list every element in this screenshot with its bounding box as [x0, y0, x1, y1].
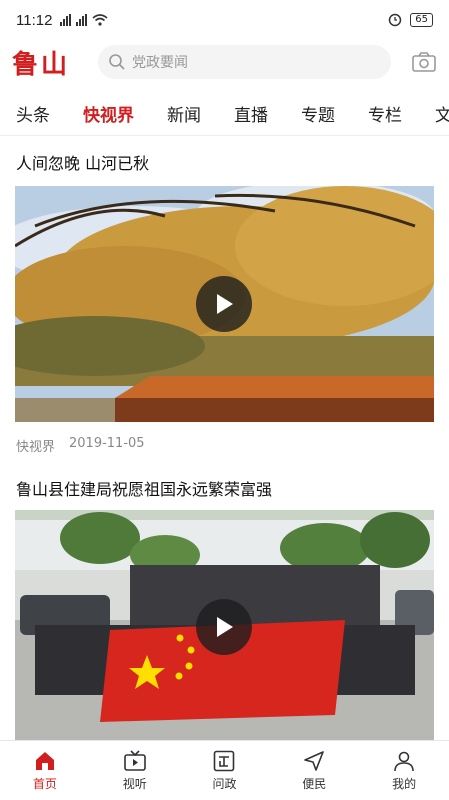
- video-card[interactable]: 人间忽晚 山河已秋 快视界 2019-11-05: [0, 150, 449, 455]
- play-icon: [217, 617, 233, 637]
- signal-icon-2: [76, 14, 88, 26]
- status-bar: 11:12 65: [0, 0, 449, 40]
- battery-level: 65: [410, 13, 433, 27]
- channel-tabs: 头条 快视界 新闻 直播 专题 专栏 文化: [0, 92, 449, 136]
- signal-icon: [60, 14, 72, 26]
- user-icon: [394, 751, 414, 772]
- search-box[interactable]: 党政要闻: [98, 45, 391, 79]
- tv-icon: [123, 750, 146, 771]
- camera-icon[interactable]: [411, 49, 437, 75]
- search-icon: [109, 54, 125, 70]
- nav-label: 视听: [122, 777, 147, 791]
- bottom-nav: 首页 视听 问政 便民 我的: [0, 740, 449, 800]
- tab-headline[interactable]: 头条: [0, 101, 67, 126]
- app-header: 鲁山 党政要闻: [0, 40, 449, 84]
- card-title-2: 鲁山县住建局祝愿祖国永远繁荣富强: [16, 480, 273, 499]
- status-time: 11:12: [16, 11, 53, 29]
- card-source: 快视界: [16, 440, 56, 455]
- send-icon: [304, 751, 325, 771]
- tab-news[interactable]: 新闻: [151, 101, 218, 126]
- card-meta: 快视界 2019-11-05: [16, 436, 145, 455]
- play-icon: [217, 294, 233, 314]
- play-button-2[interactable]: [196, 599, 252, 655]
- video-card-2[interactable]: 鲁山县住建局祝愿祖国永远繁荣富强: [0, 476, 449, 740]
- nav-label: 我的: [392, 777, 417, 791]
- alarm-icon: [389, 13, 402, 27]
- zheng-icon: [214, 750, 235, 772]
- tab-kuaishijie[interactable]: 快视界: [67, 101, 151, 126]
- app-screen: 11:12 65 鲁山 党政要闻 头条 快视界 新闻 直播 专题 专栏 文化 人…: [0, 0, 449, 800]
- tab-columns[interactable]: 专栏: [352, 101, 419, 126]
- nav-services[interactable]: 便民: [269, 741, 359, 800]
- nav-politics[interactable]: 问政: [180, 741, 270, 800]
- tab-culture[interactable]: 文化: [419, 101, 449, 126]
- nav-label: 首页: [32, 777, 57, 791]
- tab-topics[interactable]: 专题: [285, 101, 352, 126]
- video-thumbnail-2[interactable]: [15, 510, 434, 740]
- nav-media[interactable]: 视听: [90, 741, 180, 800]
- card-date: 2019-11-05: [69, 436, 145, 451]
- nav-home[interactable]: 首页: [0, 741, 90, 800]
- card-title: 人间忽晚 山河已秋: [16, 154, 150, 173]
- tab-live[interactable]: 直播: [218, 101, 285, 126]
- home-icon: [35, 752, 54, 770]
- wifi-icon: [92, 14, 108, 26]
- nav-label: 便民: [302, 777, 327, 791]
- app-logo: 鲁山: [12, 49, 71, 80]
- nav-label: 问政: [212, 777, 237, 791]
- search-placeholder: 党政要闻: [132, 55, 188, 71]
- video-thumbnail[interactable]: [15, 186, 434, 422]
- nav-profile[interactable]: 我的: [359, 741, 449, 800]
- play-button[interactable]: [196, 276, 252, 332]
